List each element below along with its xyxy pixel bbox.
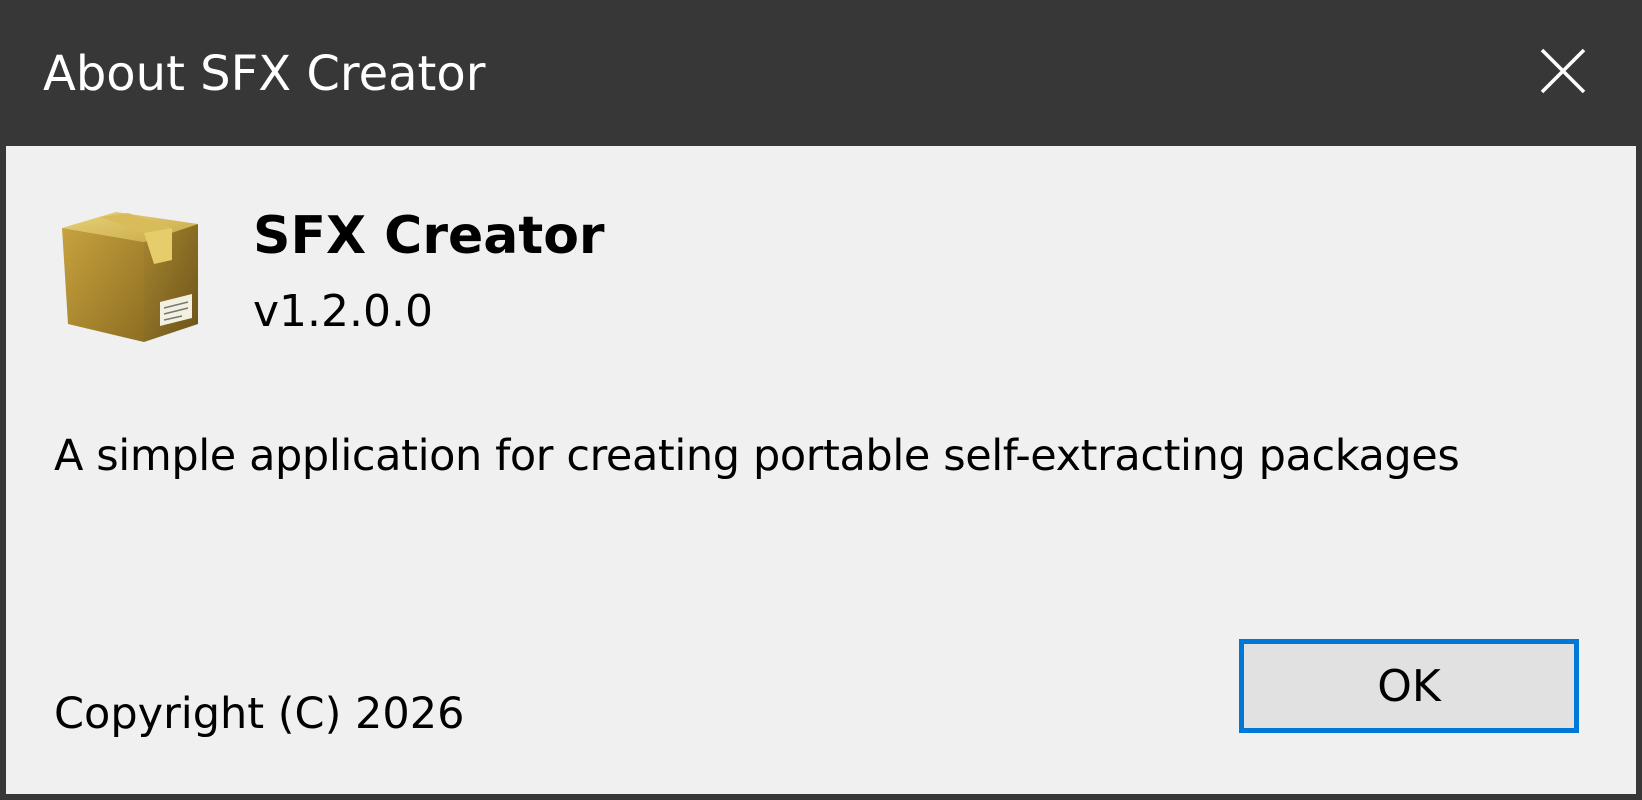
window-title: About SFX Creator bbox=[43, 46, 486, 102]
title-bar[interactable]: About SFX Creator bbox=[0, 0, 1642, 145]
close-button[interactable] bbox=[1500, 24, 1620, 120]
app-name: SFX Creator bbox=[253, 206, 605, 266]
copyright-text: Copyright (C) 2026 bbox=[54, 689, 465, 739]
about-dialog: About SFX Creator SFX Creator v1.2.0.0 A… bbox=[0, 0, 1642, 800]
dialog-body: SFX Creator v1.2.0.0 A simple applicatio… bbox=[6, 146, 1636, 794]
app-description: A simple application for creating portab… bbox=[54, 431, 1460, 481]
close-icon bbox=[1540, 48, 1586, 94]
app-version: v1.2.0.0 bbox=[253, 286, 433, 337]
package-box-icon bbox=[62, 212, 198, 342]
ok-button[interactable]: OK bbox=[1239, 639, 1579, 733]
